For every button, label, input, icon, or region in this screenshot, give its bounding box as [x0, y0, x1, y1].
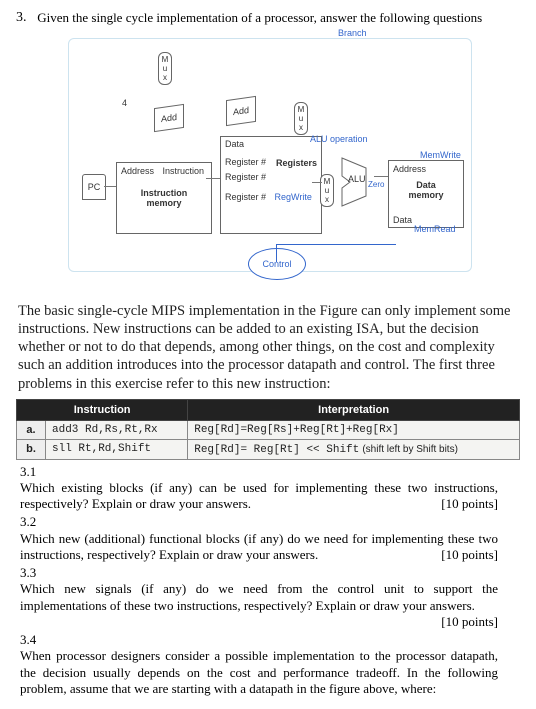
question-number: 3.	[16, 10, 34, 26]
subq-num: 3.2	[20, 514, 42, 530]
points: [10 points]	[441, 547, 498, 563]
row-b-interp-note: (shift left by Shift bits)	[362, 444, 458, 455]
imem-label: Instruction memory	[121, 188, 207, 208]
instruction-table: Instruction Interpretation a. add3 Rd,Rs…	[16, 399, 520, 460]
dmem-data: Data	[393, 215, 412, 225]
row-b-instr: sll Rt,Rd,Shift	[46, 439, 188, 459]
table-row: a. add3 Rd,Rs,Rt,Rx Reg[Rd]=Reg[Rs]+Reg[…	[17, 420, 520, 439]
aluop-label: ALU operation	[310, 134, 368, 144]
row-a-interp: Reg[Rd]=Reg[Rs]+Reg[Rt]+Reg[Rx]	[188, 420, 520, 439]
row-b-interp: Reg[Rd]= Reg[Rt] << Shift (shift left by…	[188, 439, 520, 459]
th-interpretation: Interpretation	[188, 399, 520, 420]
imem-address: Address	[121, 166, 154, 176]
datapath-diagram: Branch M u x 4 Add Add PC Address Instru…	[58, 32, 478, 292]
subq-text: Which new signals (if any) do we need fr…	[20, 581, 498, 612]
adder-2: Add	[226, 96, 256, 126]
mux-alu-b: M u x	[320, 174, 334, 207]
subq-num: 3.3	[20, 565, 42, 581]
table-row: b. sll Rt,Rd,Shift Reg[Rd]= Reg[Rt] << S…	[17, 439, 520, 459]
branch-label: Branch	[338, 28, 367, 38]
subq-text: Which new (additional) functional blocks…	[20, 531, 498, 562]
subq-3-1: 3.1 Which existing blocks (if any) can b…	[20, 464, 520, 513]
reg-read2: Register #	[225, 172, 317, 182]
alu-label: ALU	[348, 174, 366, 184]
mux-pc: M u x	[158, 52, 172, 85]
subq-3-2: 3.2 Which new (additional) functional bl…	[20, 514, 520, 563]
subq-3-3: 3.3 Which new signals (if any) do we nee…	[20, 565, 520, 630]
control-unit: Control	[248, 248, 306, 280]
mux-addr: M u x	[294, 102, 308, 135]
reg-data: Data	[225, 139, 317, 149]
subq-text: When processor designers consider a poss…	[20, 648, 498, 696]
subq-num: 3.4	[20, 632, 42, 648]
subq-text: Which existing blocks (if any) can be us…	[20, 480, 498, 511]
points: [10 points]	[441, 614, 498, 630]
regwrite-signal: RegWrite	[275, 192, 312, 202]
subq-3-4: 3.4 When processor designers consider a …	[20, 632, 520, 697]
memread-label: MemRead	[414, 224, 456, 234]
row-a-label: a.	[17, 420, 46, 439]
question-header: 3. Given the single cycle implementation…	[16, 10, 520, 26]
dmem-label: Data memory	[393, 180, 459, 200]
reg-write: Register #	[225, 192, 266, 202]
adder-1: Add	[154, 104, 184, 132]
pc-register: PC	[82, 174, 106, 200]
question-prompt: Given the single cycle implementation of…	[37, 10, 517, 26]
row-a-instr: add3 Rd,Rs,Rt,Rx	[46, 420, 188, 439]
points: [10 points]	[441, 496, 498, 512]
th-instruction: Instruction	[17, 399, 188, 420]
subq-num: 3.1	[20, 464, 42, 480]
dmem-address: Address	[393, 164, 459, 174]
row-b-label: b.	[17, 439, 46, 459]
intro-paragraph: The basic single-cycle MIPS implementati…	[18, 302, 518, 393]
const-four: 4	[122, 98, 127, 108]
zero-label: Zero	[368, 180, 384, 189]
row-b-interp-mono: Reg[Rd]= Reg[Rt] << Shift	[194, 444, 359, 456]
imem-instruction: Instruction	[163, 166, 205, 176]
memwrite-label: MemWrite	[420, 150, 461, 160]
